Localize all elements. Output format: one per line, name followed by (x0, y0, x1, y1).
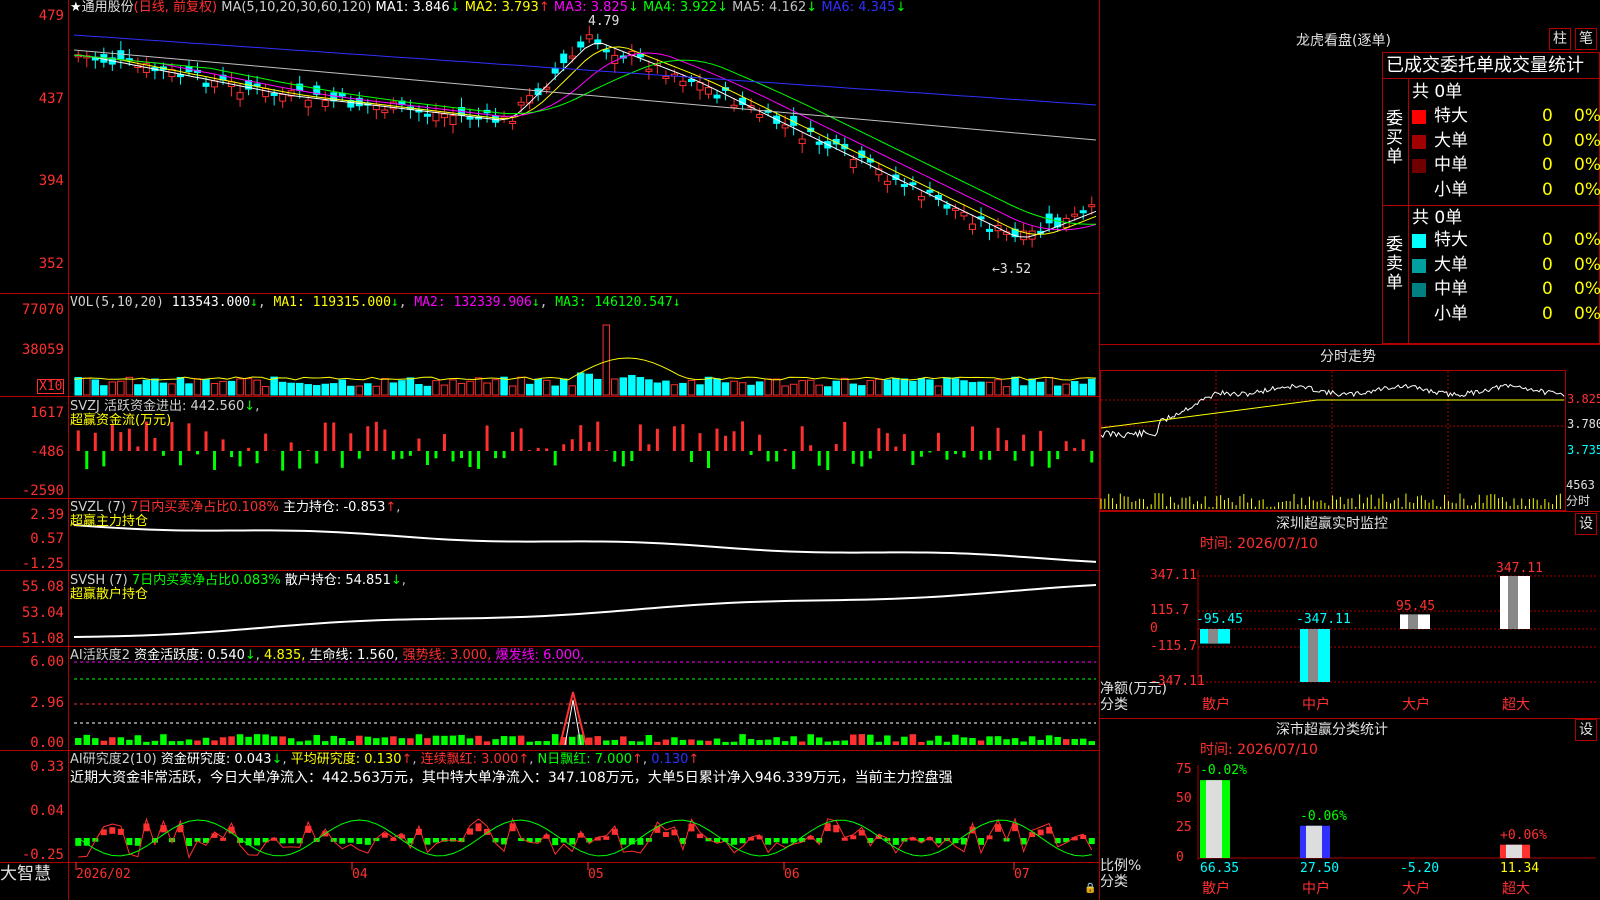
sz-tick: 115.7 (1150, 603, 1190, 618)
sh-bar-shade (1306, 825, 1322, 858)
sh-bar-value: -5.20 (1400, 861, 1440, 876)
sh-tick: 25 (1176, 820, 1192, 835)
sz-category: 大户 (1402, 697, 1430, 713)
sh-tick: 50 (1176, 791, 1192, 806)
sz-monitor-title: 深圳超赢实时监控 (1276, 516, 1388, 532)
sz-tick: -115.7 (1150, 639, 1197, 654)
sh-settings-button[interactable]: 设 (1575, 719, 1597, 741)
sh-tick: 0 (1176, 850, 1184, 865)
sh-x-label: 分类 (1100, 874, 1128, 890)
sz-category: 中户 (1302, 697, 1330, 713)
sh-time: 时间: 2026/07/10 (1200, 742, 1318, 758)
sz-category: 散户 (1202, 697, 1230, 713)
sh-bar-value: 11.34 (1500, 861, 1540, 876)
sh-stats-title: 深市超赢分类统计 (1276, 722, 1388, 738)
sz-bar-shade (1208, 629, 1218, 644)
sz-bar-shade (1408, 614, 1418, 629)
intraday-avg-line (1100, 399, 1565, 429)
sz-tick: 347.11 (1150, 568, 1197, 583)
sh-category: 散户 (1202, 881, 1230, 897)
sh-category: 大户 (1402, 881, 1430, 897)
sh-bar-shade (1206, 780, 1222, 858)
sh-y-label: 比例% (1100, 858, 1142, 874)
sh-tick: 75 (1176, 762, 1192, 777)
sz-x-label: 分类 (1100, 697, 1128, 713)
sz-bar-shade (1508, 576, 1518, 629)
sz-bar-value: -95.45 (1196, 612, 1243, 627)
intraday-price-line (1100, 383, 1565, 439)
sh-bar-value: 27.50 (1300, 861, 1340, 876)
sz-tick: 0 (1150, 621, 1158, 636)
sz-bar-value: 347.11 (1496, 561, 1543, 576)
sz-bar-value: -347.11 (1296, 612, 1351, 627)
sz-bar-shade (1308, 629, 1318, 682)
sz-time: 时间: 2026/07/10 (1200, 536, 1318, 552)
sh-bar-change: +0.06% (1500, 827, 1547, 843)
right-canvas (1100, 371, 1596, 860)
sz-settings-button[interactable]: 设 (1575, 513, 1597, 535)
sh-category: 超大 (1502, 881, 1530, 897)
sh-bar-change: -0.02% (1200, 763, 1247, 779)
sh-bar-change: -0.06% (1300, 808, 1347, 824)
sh-bar-value: 66.35 (1200, 861, 1240, 876)
sh-bar-shade (1506, 844, 1522, 858)
sz-bar-value: 95.45 (1396, 599, 1436, 615)
sh-category: 中户 (1302, 881, 1330, 897)
sz-tick: -347.11 (1150, 674, 1205, 689)
sz-category: 超大 (1502, 697, 1530, 713)
